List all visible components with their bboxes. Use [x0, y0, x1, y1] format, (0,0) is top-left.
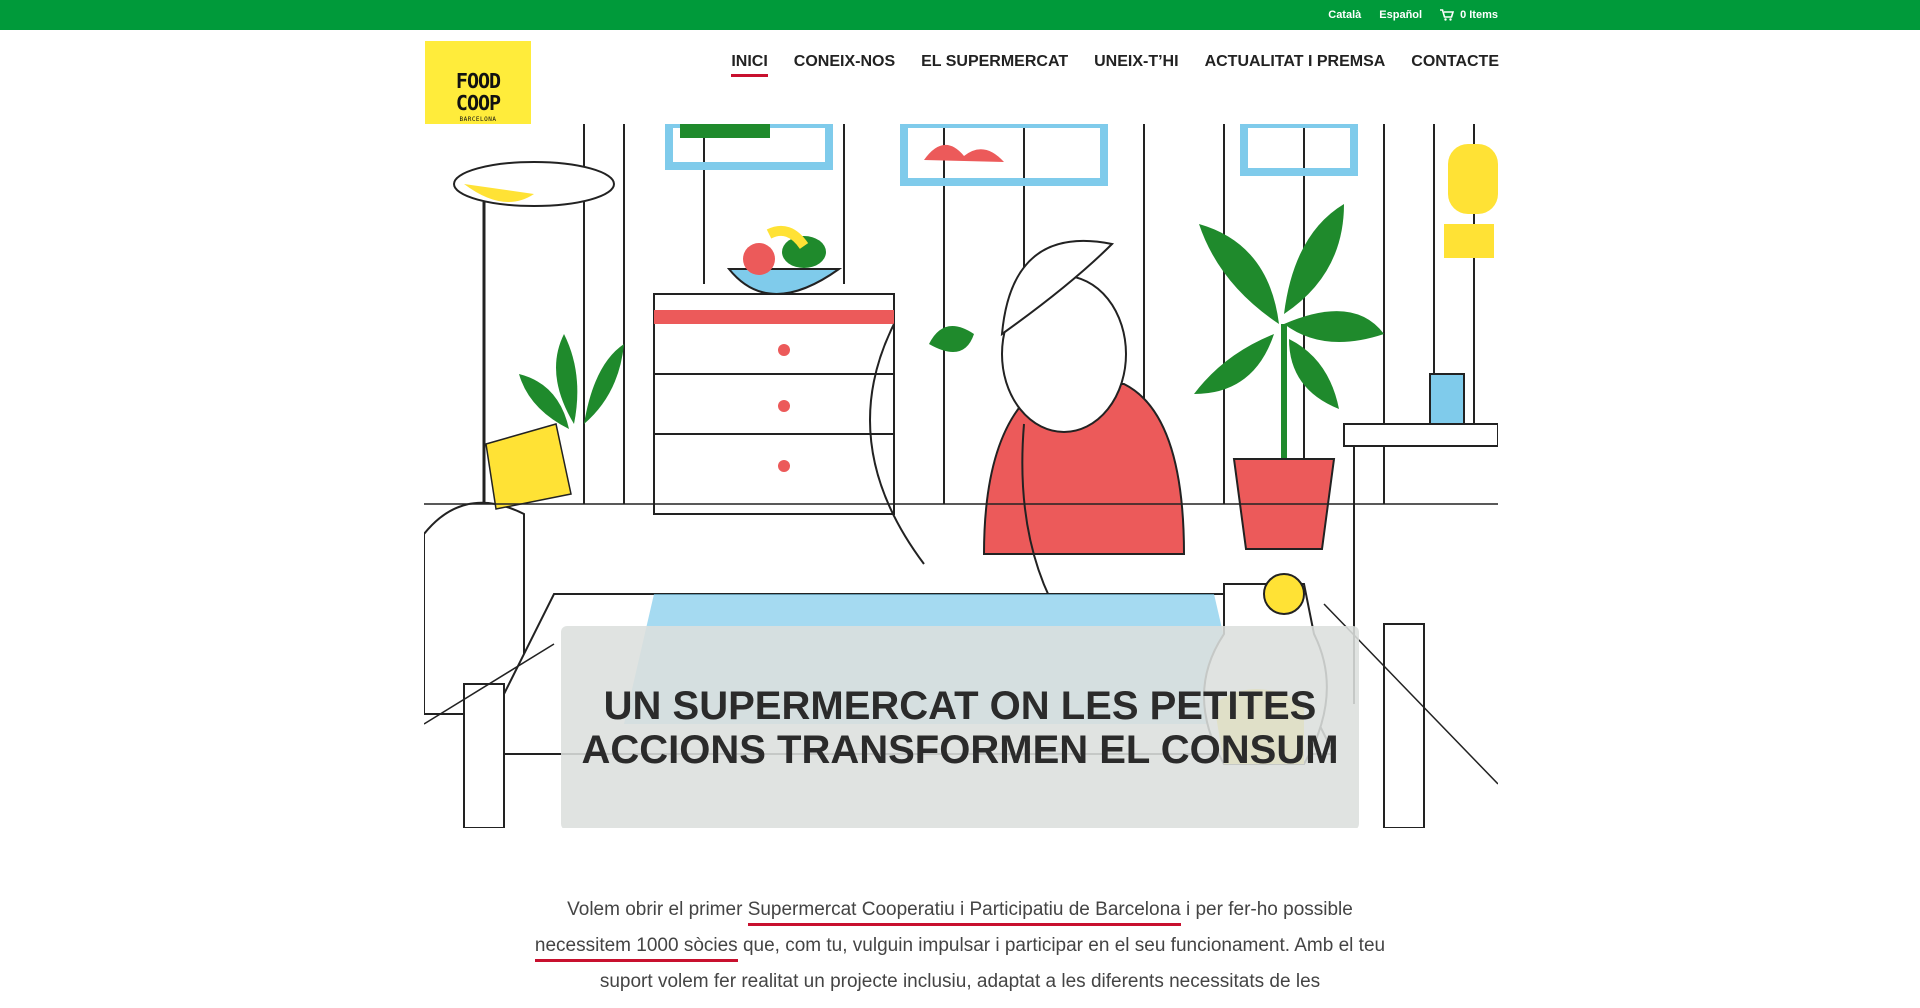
nav-item-contacte[interactable]: CONTACTE: [1411, 53, 1499, 71]
main-nav: INICI CONEIX-NOS EL SUPERMERCAT UNEIX-T’…: [731, 53, 1499, 77]
nav-item-actualitat-i-premsa[interactable]: ACTUALITAT I PREMSA: [1205, 53, 1386, 71]
socies-link[interactable]: necessitem 1000 sòcies: [534, 935, 738, 962]
language-catala-link[interactable]: Català: [1328, 9, 1361, 21]
cart-icon: [1440, 9, 1455, 21]
logo-line-food: FOOD: [455, 68, 501, 93]
hero-headline: UN SUPERMERCAT ON LES PETITES ACCIONS TR…: [581, 684, 1339, 772]
supermercat-link[interactable]: Supermercat Cooperatiu i Participatiu de…: [747, 899, 1181, 926]
nav-item-inici[interactable]: INICI: [731, 53, 769, 77]
logo-line-coop: COOP: [455, 90, 501, 115]
intro-paragraph: Volem obrir el primer Supermercat Cooper…: [520, 892, 1400, 1000]
cart-link[interactable]: 0 Items: [1440, 9, 1498, 21]
hero-caption-box: UN SUPERMERCAT ON LES PETITES ACCIONS TR…: [561, 626, 1359, 828]
intro-text-1: Volem obrir el primer: [567, 899, 748, 920]
top-bar: Català Español 0 Items: [0, 0, 1920, 30]
nav-item-coneix-nos[interactable]: CONEIX-NOS: [794, 53, 895, 71]
nav-item-uneix-thi[interactable]: UNEIX-T’HI: [1094, 53, 1178, 71]
hero-banner: UN SUPERMERCAT ON LES PETITES ACCIONS TR…: [424, 124, 1498, 828]
cart-count: 0 Items: [1460, 9, 1498, 21]
logo-line-city: BARCELONA: [459, 115, 497, 123]
nav-item-el-supermercat[interactable]: EL SUPERMERCAT: [921, 53, 1068, 71]
top-links: Català Español 0 Items: [1328, 9, 1498, 21]
language-espanol-link[interactable]: Español: [1379, 9, 1422, 21]
intro-text-2: i per fer-ho possible: [1180, 899, 1353, 920]
